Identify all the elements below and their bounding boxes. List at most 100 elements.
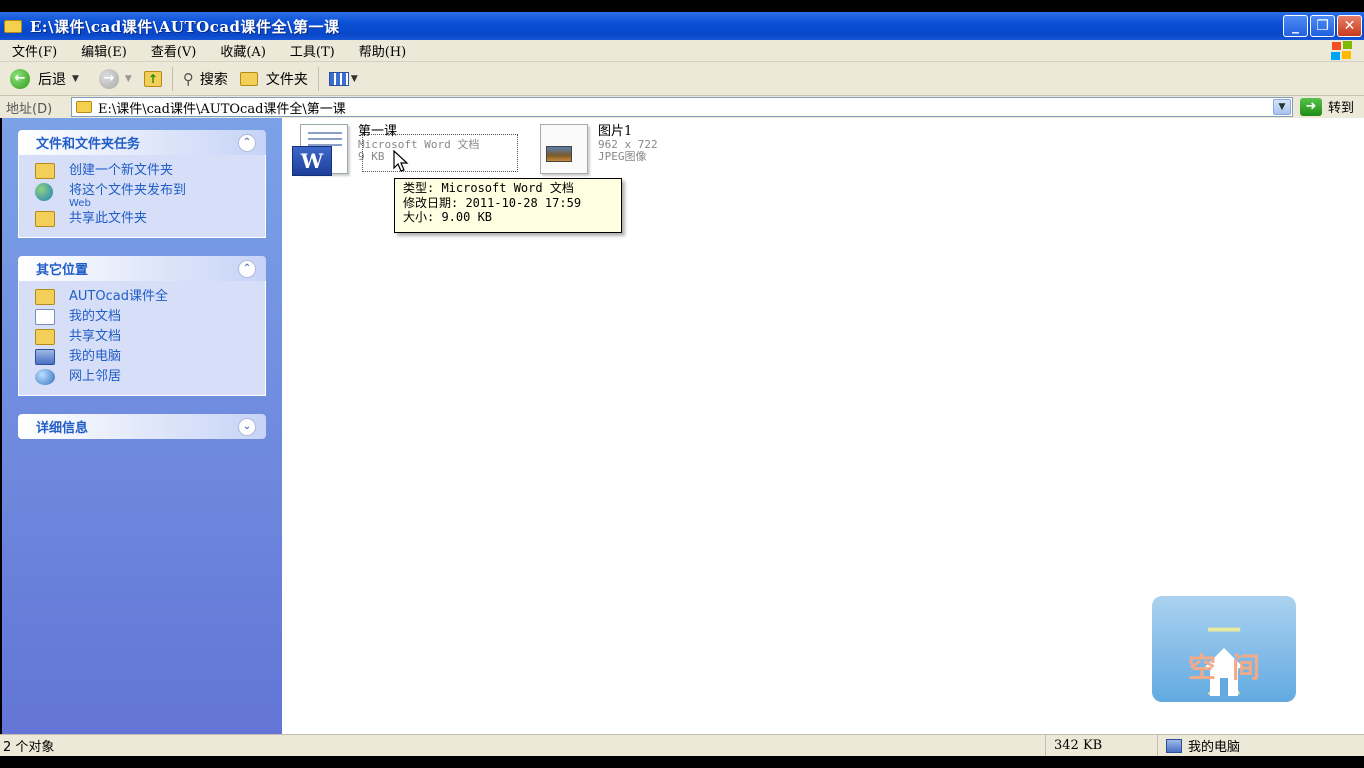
search-button[interactable]: ⚲ 搜索 — [177, 65, 234, 93]
place-my-documents[interactable]: 我的文档 — [35, 307, 265, 327]
task-publish-web[interactable]: 将这个文件夹发布到 Web — [35, 181, 265, 209]
address-value: E:\课件\cad课件\AUTOcad课件全\第一课 — [98, 101, 346, 117]
address-label: 地址(D) — [6, 101, 53, 117]
file-tasks-body: 创建一个新文件夹 将这个文件夹发布到 Web 共享此文件夹 — [18, 155, 266, 238]
folder-icon — [76, 101, 92, 113]
up-folder-icon: ↑ — [143, 70, 162, 87]
file-tasks-title: 文件和文件夹任务 — [36, 137, 141, 152]
task-new-folder[interactable]: 创建一个新文件夹 — [35, 161, 265, 181]
web-sublabel: Web — [69, 198, 91, 209]
task-label: 创建一个新文件夹 — [69, 163, 174, 178]
toolbar: ← 后退 ▼ → ▼ ↑ ⚲ 搜索 文件夹 ▼ — [0, 62, 1364, 96]
file-item-jpeg[interactable]: 图片1 962 x 722 JPEG图像 — [526, 124, 658, 178]
collapse-chevron-icon[interactable]: ⌃ — [238, 259, 256, 278]
window-title: E:\课件\cad课件\AUTOcad课件全\第一课 — [30, 17, 340, 36]
place-network[interactable]: 网上邻居 — [35, 367, 265, 387]
details-header[interactable]: 详细信息 ⌄ — [18, 414, 266, 439]
menu-tools[interactable]: 工具(T) — [278, 41, 347, 60]
minimize-button[interactable]: _ — [1283, 15, 1308, 37]
place-shared-documents[interactable]: 共享文档 — [35, 327, 265, 347]
status-location-label: 我的电脑 — [1188, 740, 1241, 755]
word-document-icon: W — [286, 124, 350, 178]
views-dropdown-icon: ▼ — [350, 73, 358, 84]
address-input[interactable]: E:\课件\cad课件\AUTOcad课件全\第一课 ▼ — [71, 97, 1293, 117]
file-item-word[interactable]: W 第一课 Microsoft Word 文档 9 KB — [286, 124, 518, 178]
watermark-bottom-text: 空间 — [1187, 651, 1276, 684]
task-share-folder[interactable]: 共享此文件夹 — [35, 209, 265, 229]
publish-label: 将这个文件夹发布到 — [69, 183, 187, 198]
place-label: 我的电脑 — [69, 349, 122, 364]
globe-icon — [35, 183, 53, 201]
go-label: 转到 — [1328, 101, 1355, 116]
go-arrow-icon: ➜ — [1300, 97, 1322, 116]
forward-arrow-icon: → — [98, 68, 119, 89]
address-dropdown-icon[interactable]: ▼ — [1273, 99, 1291, 115]
my-documents-icon — [35, 309, 55, 325]
place-label: 我的文档 — [69, 309, 122, 324]
network-places-icon — [35, 369, 55, 385]
place-label: AUTOcad课件全 — [69, 289, 168, 304]
toolbar-separator — [317, 66, 319, 91]
jpeg-image-icon — [526, 124, 590, 178]
close-button[interactable]: ✕ — [1337, 15, 1362, 37]
my-computer-icon — [35, 349, 55, 365]
file-label: 图片1 962 x 722 JPEG图像 — [598, 124, 658, 178]
forward-dropdown-icon[interactable]: ▼ — [125, 74, 132, 84]
status-object-count: 2 个对象 — [0, 735, 1046, 756]
address-bar: 地址(D) E:\课件\cad课件\AUTOcad课件全\第一课 ▼ ➜ 转到 — [0, 96, 1364, 118]
my-computer-icon — [1166, 738, 1182, 753]
status-total-size: 342 KB — [1046, 735, 1158, 756]
place-label: 网上邻居 — [69, 369, 122, 384]
other-places-title: 其它位置 — [36, 263, 89, 278]
title-bar: E:\课件\cad课件\AUTOcad课件全\第一课 _ ❐ ✕ — [0, 12, 1364, 40]
status-bar: 2 个对象 342 KB 我的电脑 — [0, 734, 1364, 756]
other-places-body: AUTOcad课件全 我的文档 共享文档 我的电脑 网上邻居 — [18, 281, 266, 396]
expand-chevron-icon[interactable]: ⌄ — [238, 417, 256, 436]
task-pane: 文件和文件夹任务 ⌃ 创建一个新文件夹 将这个文件夹发布到 Web 共享此文件夹 — [2, 118, 282, 734]
folder-icon — [239, 71, 258, 86]
selection-focus-rect — [362, 134, 518, 172]
go-button[interactable]: ➜ 转到 — [1300, 97, 1354, 116]
file-info-tooltip: 类型: Microsoft Word 文档 修改日期: 2011-10-28 1… — [394, 178, 622, 233]
forward-button[interactable]: → ▼ — [85, 65, 138, 93]
folder-icon — [35, 289, 55, 305]
task-label: 将这个文件夹发布到 Web — [69, 181, 186, 209]
collapse-chevron-icon[interactable]: ⌃ — [238, 133, 256, 152]
tooltip-modified: 修改日期: 2011-10-28 17:59 — [403, 195, 582, 210]
watermark-logo: 一点 空间 — [1152, 596, 1296, 702]
place-my-computer[interactable]: 我的电脑 — [35, 347, 265, 367]
up-folder-button[interactable]: ↑ — [138, 65, 168, 93]
folder-icon — [4, 19, 22, 33]
back-button[interactable]: ← 后退 ▼ — [0, 65, 85, 93]
status-location: 我的电脑 — [1158, 736, 1240, 755]
tooltip-size: 大小: 9.00 KB — [403, 210, 493, 224]
folders-button[interactable]: 文件夹 — [234, 65, 314, 93]
menu-help[interactable]: 帮助(H) — [347, 41, 418, 60]
menu-file[interactable]: 文件(F) — [0, 41, 69, 60]
folders-label: 文件夹 — [265, 71, 308, 88]
screen-bottom-border — [0, 756, 1364, 768]
views-button[interactable]: ▼ — [323, 65, 364, 93]
place-autocad-folder[interactable]: AUTOcad课件全 — [35, 287, 265, 307]
back-dropdown-icon[interactable]: ▼ — [72, 74, 79, 84]
views-grid-icon — [328, 71, 349, 86]
other-places-panel: 其它位置 ⌃ AUTOcad课件全 我的文档 共享文档 我的电脑 网上邻居 — [18, 256, 266, 396]
mouse-cursor-icon — [393, 150, 409, 172]
maximize-button[interactable]: ❐ — [1310, 15, 1335, 37]
menu-view[interactable]: 查看(V) — [139, 41, 209, 60]
search-label: 搜索 — [199, 71, 228, 88]
menu-bar: 文件(F) 编辑(E) 查看(V) 收藏(A) 工具(T) 帮助(H) — [0, 40, 1364, 62]
window-controls: _ ❐ ✕ — [1283, 15, 1362, 37]
file-name: 图片1 — [598, 124, 633, 139]
shared-folder-icon — [35, 211, 55, 227]
tooltip-type: 类型: Microsoft Word 文档 — [403, 181, 574, 195]
other-places-header[interactable]: 其它位置 ⌃ — [18, 256, 266, 281]
menu-favorites[interactable]: 收藏(A) — [208, 41, 278, 60]
menu-edit[interactable]: 编辑(E) — [69, 41, 139, 60]
new-folder-icon — [35, 163, 55, 179]
file-tasks-header[interactable]: 文件和文件夹任务 ⌃ — [18, 130, 266, 155]
shared-documents-icon — [35, 329, 55, 345]
back-arrow-icon: ← — [10, 68, 30, 89]
search-icon: ⚲ — [182, 69, 194, 88]
file-type: JPEG图像 — [598, 150, 647, 163]
